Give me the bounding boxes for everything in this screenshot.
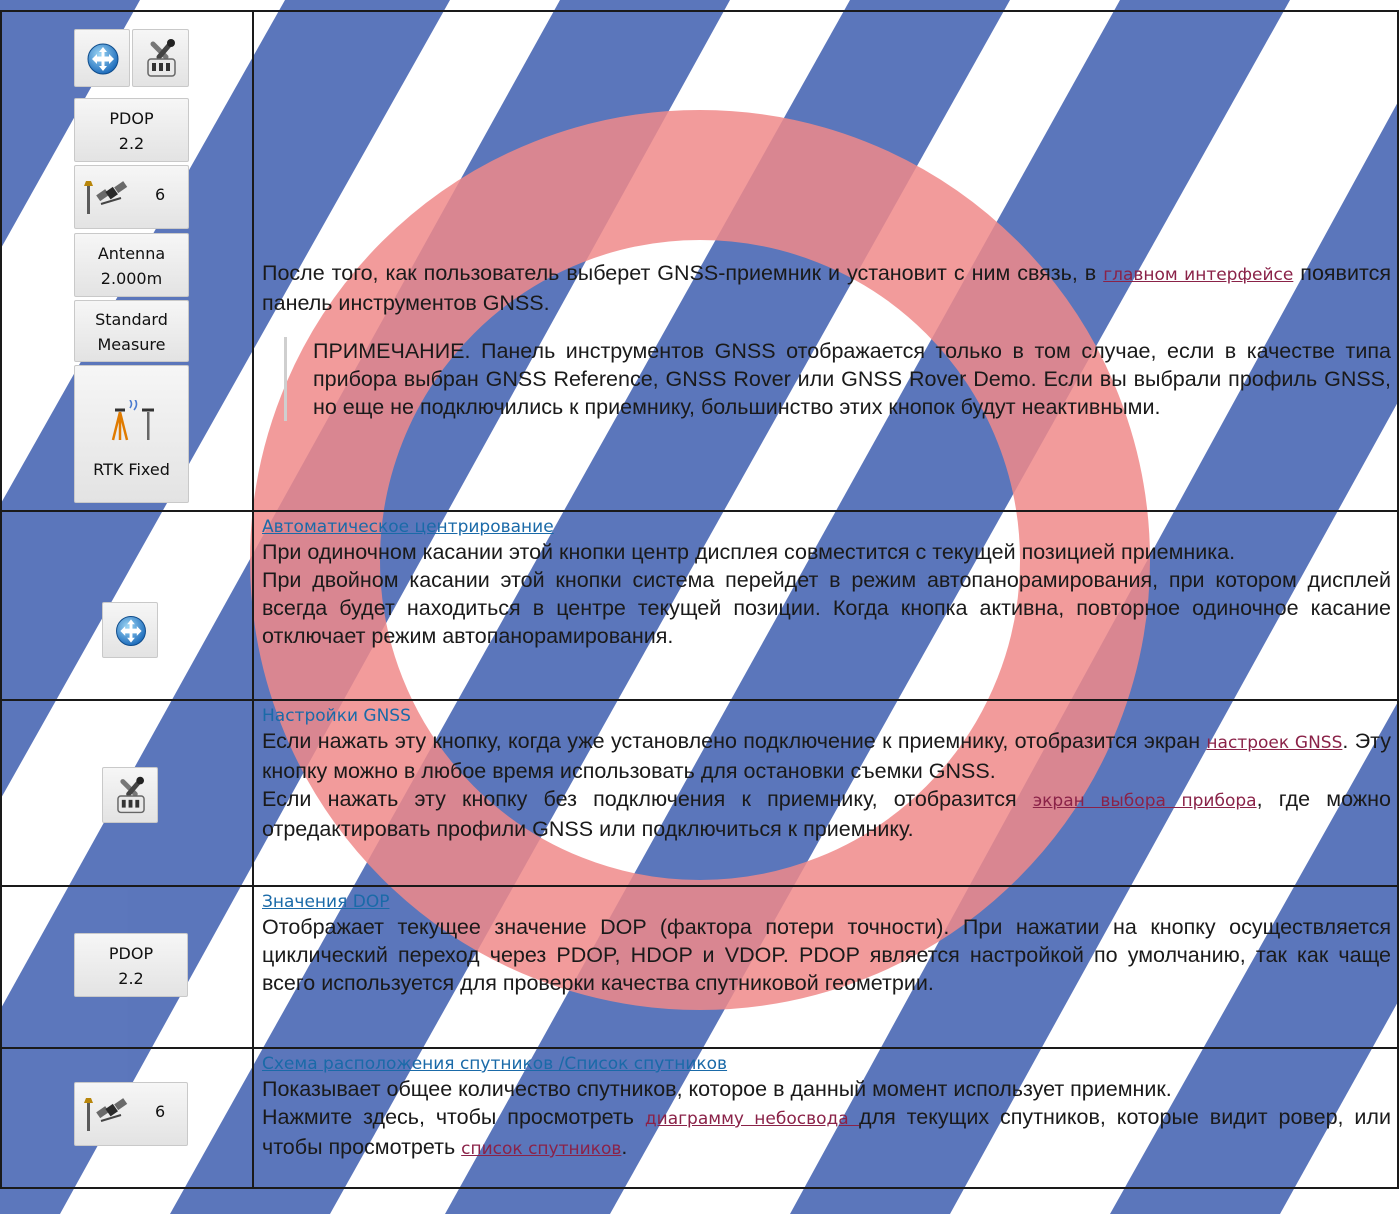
satellite-count: 6 [155,1102,166,1121]
toolbar-preview-cell: PDOP 2.2 6 Antenna 2.000m Standard Measu… [0,10,254,512]
device-select-link[interactable]: экран выбора прибора [1033,791,1257,811]
gnss-toolbar-table: PDOP 2.2 6 Antenna 2.000m Standard Measu… [0,10,1399,1189]
dop-icon-cell: PDOP 2.2 [0,885,254,1049]
receiver-settings-icon [117,776,145,814]
settings-title: Настройки GNSS [262,706,411,726]
pdop-button[interactable]: PDOP 2.2 [74,98,189,162]
satellite-list-link[interactable]: список спутников [461,1139,621,1159]
gnss-settings-link[interactable]: настроек GNSS [1206,733,1342,753]
main-interface-link[interactable]: главном интерфейсе [1103,265,1293,285]
sats-icon-cell: 6 [0,1047,254,1189]
gnss-settings-button-sample [102,767,158,823]
sats-p1: Показывает общее количество спутников, к… [262,1077,1172,1101]
rtk-base-rover-icon [111,400,154,441]
antenna-value: 2.000m [100,269,163,288]
settings-icon-cell [0,699,254,887]
sats-title[interactable]: Схема расположения спутников /Список спу… [262,1053,1391,1075]
sats-p2-after: . [621,1135,628,1159]
measure-line2: Measure [97,335,166,354]
auto-center-button-sample [102,602,158,658]
auto-center-button[interactable] [74,29,130,87]
settings-text-cell: Настройки GNSS Если нажать эту кнопку, к… [252,699,1399,887]
satellite-icon [84,1098,128,1131]
settings-p1-before: Если нажать эту кнопку, когда уже устано… [262,729,1207,753]
rtk-status-button[interactable]: RTK Fixed [74,365,189,503]
antenna-label: Antenna [97,244,166,263]
measure-mode-button[interactable]: Standard Measure [74,300,189,362]
antenna-height-button[interactable]: Antenna 2.000m [74,233,189,297]
pdop-button-sample: PDOP 2.2 [74,933,188,997]
satellites-button[interactable]: 6 [74,165,189,229]
measure-line1: Standard [95,310,168,329]
settings-p1: Если нажать эту кнопку, когда уже устано… [262,727,1391,785]
sats-p2: Нажмите здесь, чтобы просмотреть диаграм… [262,1103,1391,1163]
intro-cell: После того, как пользователь выберет GNS… [252,10,1399,512]
sats-text-cell: Схема расположения спутников /Список спу… [252,1047,1399,1189]
rtk-status: RTK Fixed [93,460,170,479]
autocenter-text-cell: Автоматическое центрирование При одиночн… [252,510,1399,701]
dop-text-cell: Значения DOP Отображает текущее значение… [252,885,1399,1049]
pdop-label: PDOP [108,944,154,963]
autocenter-title[interactable]: Автоматическое центрирование [262,516,1391,538]
dop-p1: Отображает текущее значение DOP (фактора… [262,915,1391,995]
autocenter-p2: При двойном касании этой кнопки система … [262,568,1391,648]
note-text: ПРИМЕЧАНИЕ. Панель инструментов GNSS ото… [313,339,1391,419]
gnss-settings-button[interactable] [132,29,189,87]
globe-icon [87,43,119,75]
pdop-label: PDOP [109,109,154,128]
satellite-icon [84,181,128,214]
satellite-count: 6 [155,185,166,204]
autocenter-icon-cell [0,510,254,701]
intro-paragraph: После того, как пользователь выберет GNS… [262,259,1391,317]
globe-icon [116,616,146,646]
intro-text-before: После того, как пользователь выберет GNS… [262,261,1104,285]
settings-p2: Если нажать эту кнопку без подключения к… [262,785,1391,843]
pdop-value: 2.2 [118,134,145,153]
note-block: ПРИМЕЧАНИЕ. Панель инструментов GNSS ото… [284,337,1391,421]
receiver-settings-icon [147,39,176,77]
satellites-button-sample: 6 [74,1082,188,1146]
sats-p2-before: Нажмите здесь, чтобы просмотреть [262,1105,645,1129]
dop-title[interactable]: Значения DOP [262,891,1391,913]
settings-p2-before: Если нажать эту кнопку без подключения к… [262,787,1033,811]
skyplot-link[interactable]: диаграмму небосвода [645,1109,859,1129]
pdop-value: 2.2 [118,969,144,988]
autocenter-p1: При одиночном касании этой кнопки центр … [262,540,1236,564]
